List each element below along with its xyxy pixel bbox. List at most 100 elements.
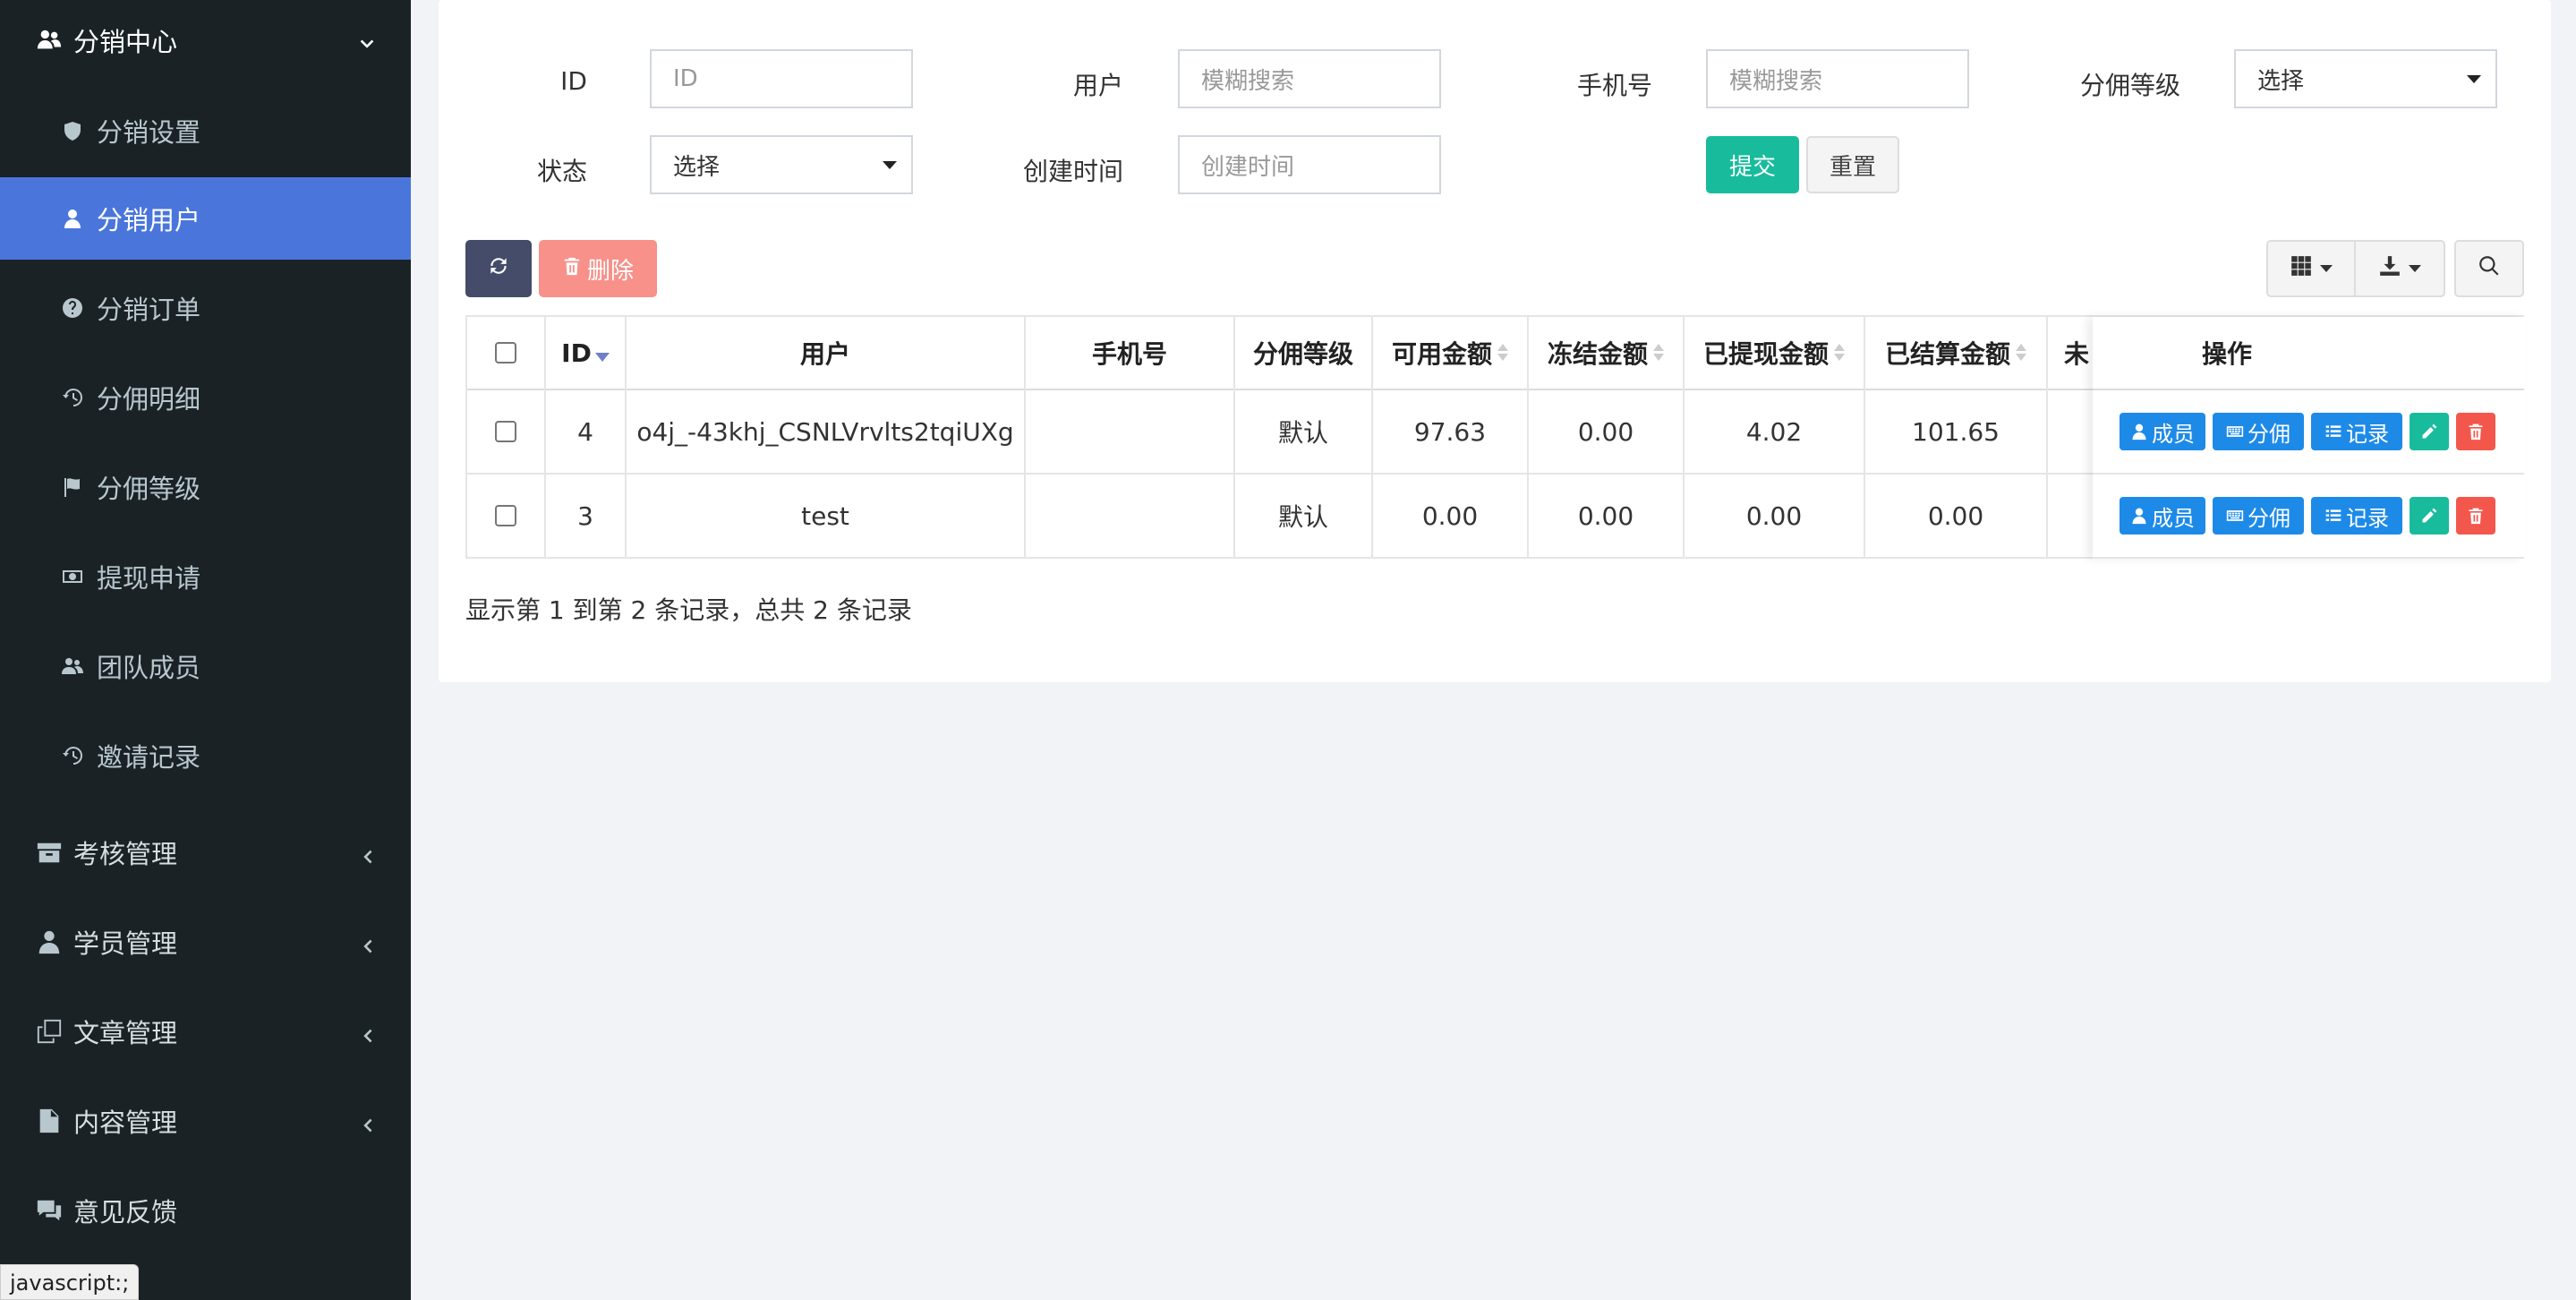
row-checkbox[interactable] xyxy=(495,505,516,526)
shield-icon xyxy=(57,115,88,146)
status-tooltip: javascript:; xyxy=(0,1264,140,1300)
column-header-settled[interactable]: 已结算金额 xyxy=(1865,317,2046,389)
select-all-checkbox[interactable] xyxy=(495,342,516,363)
sidebar-item-label: 分销设置 xyxy=(97,117,201,148)
sidebar-item-team-members[interactable]: 团队成员 xyxy=(0,623,411,709)
column-header-withdrawn[interactable]: 已提现金额 xyxy=(1685,317,1864,389)
sort-desc-icon xyxy=(594,353,610,362)
commission-button[interactable]: 分佣 xyxy=(2213,497,2304,535)
sidebar-item-articles[interactable]: 文章管理 xyxy=(0,988,411,1074)
refresh-button[interactable] xyxy=(465,240,532,297)
edit-button[interactable] xyxy=(2410,413,2449,450)
caret-down-icon xyxy=(2409,265,2421,272)
user-icon xyxy=(2132,423,2146,440)
phone-label: 手机号 xyxy=(1576,71,1652,100)
status-select-value: 选择 xyxy=(673,153,721,181)
cell-level: 默认 xyxy=(1277,502,1328,532)
question-circle-icon xyxy=(57,293,88,323)
comments-icon xyxy=(34,1195,64,1226)
sidebar-item-content[interactable]: 内容管理 xyxy=(0,1078,411,1164)
user-icon xyxy=(2132,508,2146,525)
cell-settled: 0.00 xyxy=(1927,500,1984,531)
users-icon xyxy=(57,651,88,681)
user-input[interactable]: 模糊搜索 xyxy=(1178,49,1441,108)
records-button[interactable]: 记录 xyxy=(2311,413,2402,450)
members-button[interactable]: 成员 xyxy=(2120,413,2205,450)
archive-icon xyxy=(34,837,64,868)
cell-phone xyxy=(1026,390,1233,473)
delete-button[interactable]: 删除 xyxy=(539,240,657,297)
sort-icon xyxy=(1497,342,1508,363)
cell-level: 默认 xyxy=(1277,418,1328,448)
cell-phone xyxy=(1026,475,1233,557)
export-button[interactable] xyxy=(2354,240,2445,297)
flag-icon xyxy=(57,472,88,502)
members-button[interactable]: 成员 xyxy=(2120,497,2205,535)
pagination-summary: 显示第 1 到第 2 条记录，总共 2 条记录 xyxy=(465,595,912,625)
users-icon xyxy=(34,25,64,56)
sidebar-item-students[interactable]: 学员管理 xyxy=(0,899,411,985)
reset-button[interactable]: 重置 xyxy=(1806,136,1899,193)
delete-row-button[interactable] xyxy=(2456,497,2495,535)
created-time-input[interactable]: 创建时间 xyxy=(1178,135,1441,194)
search-toggle-button[interactable] xyxy=(2454,240,2524,297)
members-button-label: 成员 xyxy=(2152,421,2195,447)
submit-button[interactable]: 提交 xyxy=(1706,136,1799,193)
sidebar-item-label: 团队成员 xyxy=(97,653,201,683)
cell-available: 0.00 xyxy=(1421,500,1479,531)
sidebar-item-commission-level[interactable]: 分佣等级 xyxy=(0,444,411,530)
sidebar-item-label: 分销用户 xyxy=(97,205,201,235)
column-header-id[interactable]: ID xyxy=(546,317,625,389)
user-tie-icon xyxy=(34,927,64,957)
delete-row-button[interactable] xyxy=(2456,413,2495,450)
sidebar: 分销中心 分销设置 分销用户 分销订单 分佣明细 分佣等级 提现申请 团队成员 … xyxy=(0,0,411,1300)
columns-toggle-button[interactable] xyxy=(2266,240,2356,297)
clone-icon xyxy=(34,1016,64,1047)
chevron-left-icon xyxy=(357,1111,377,1133)
sidebar-item-distribution-users[interactable]: 分销用户 xyxy=(0,177,411,260)
cell-withdrawn: 4.02 xyxy=(1745,416,1803,447)
level-select[interactable]: 选择 xyxy=(2234,49,2497,108)
user-icon xyxy=(57,203,88,234)
edit-button[interactable] xyxy=(2410,497,2449,535)
cell-id: 4 xyxy=(577,416,593,447)
created-time-label: 创建时间 xyxy=(1022,157,1123,186)
list-icon xyxy=(2325,425,2341,437)
user-label: 用户 xyxy=(1072,71,1123,100)
trash-icon xyxy=(2469,508,2483,525)
sidebar-item-commission-detail[interactable]: 分佣明细 xyxy=(0,355,411,440)
id-input[interactable]: ID xyxy=(650,49,913,108)
phone-input[interactable]: 模糊搜索 xyxy=(1706,49,1969,108)
column-header-frozen[interactable]: 冻结金额 xyxy=(1529,317,1683,389)
commission-button[interactable]: 分佣 xyxy=(2213,413,2304,450)
members-button-label: 成员 xyxy=(2152,505,2195,531)
row-checkbox-cell xyxy=(467,475,544,557)
commission-button-label: 分佣 xyxy=(2248,421,2290,447)
history-icon xyxy=(57,740,88,771)
status-select[interactable]: 选择 xyxy=(650,135,913,194)
column-header-label: 已结算金额 xyxy=(1884,339,2010,369)
records-button[interactable]: 记录 xyxy=(2311,497,2402,535)
cell-frozen: 0.00 xyxy=(1577,500,1634,531)
sidebar-item-distribution-center[interactable]: 分销中心 xyxy=(0,0,411,81)
cell-user: test xyxy=(801,500,849,531)
sidebar-item-feedback[interactable]: 意见反馈 xyxy=(0,1167,411,1253)
column-header-label: 已提现金额 xyxy=(1702,339,1829,369)
fixed-operations-column: 操作 成员 分佣 记录 成员 分佣 记录 xyxy=(2093,317,2524,559)
sidebar-item-distribution-orders[interactable]: 分销订单 xyxy=(0,265,411,351)
column-header-user: 用户 xyxy=(799,339,850,369)
column-header-available[interactable]: 可用金额 xyxy=(1373,317,1527,389)
table-border-bottom xyxy=(2093,557,2524,559)
row-checkbox[interactable] xyxy=(495,421,516,442)
sidebar-item-invite-records[interactable]: 邀请记录 xyxy=(0,713,411,799)
sidebar-item-assessment[interactable]: 考核管理 xyxy=(0,809,411,895)
file-icon xyxy=(34,1106,64,1136)
column-header-phone: 手机号 xyxy=(1091,339,1167,369)
sidebar-item-label: 考核管理 xyxy=(73,839,178,869)
records-button-label: 记录 xyxy=(2346,421,2389,447)
sidebar-item-withdraw-request[interactable]: 提现申请 xyxy=(0,534,411,620)
keyboard-icon xyxy=(2226,510,2244,521)
table-row-divider xyxy=(2093,473,2524,475)
sidebar-item-distribution-settings[interactable]: 分销设置 xyxy=(0,88,411,174)
trash-icon xyxy=(2469,423,2483,440)
